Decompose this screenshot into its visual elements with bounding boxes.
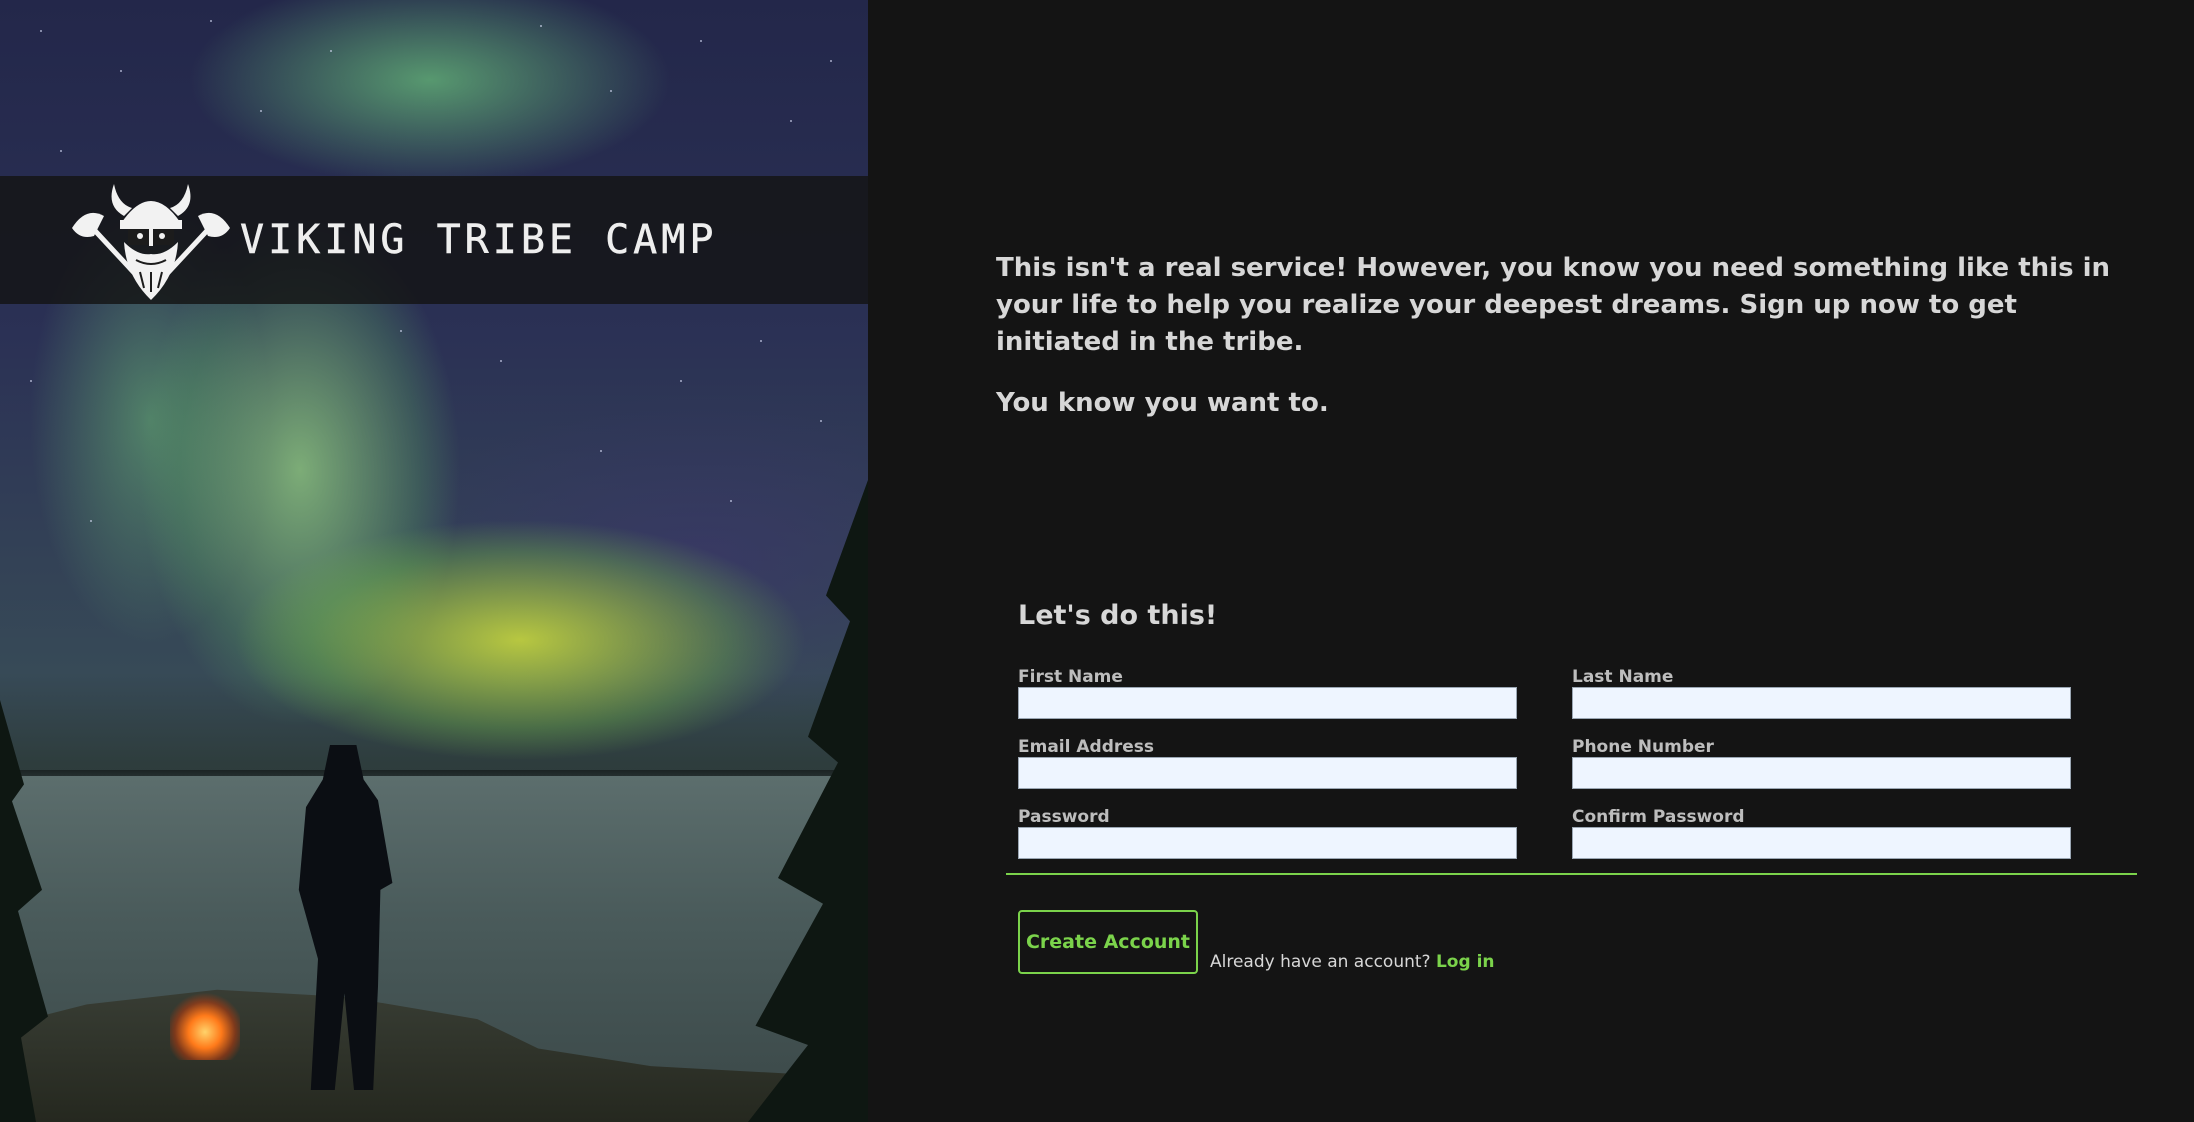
phone-label: Phone Number [1572,737,1714,757]
brand-name: Viking Tribe Camp [240,217,718,264]
first-name-input[interactable] [1018,687,1517,719]
campfire [170,990,240,1060]
create-account-button[interactable]: Create Account [1018,910,1198,974]
confirm-password-group: Confirm Password [1572,807,2071,859]
email-group: Email Address [1018,737,1517,789]
intro-section: This isn't a real service! However, you … [996,250,2146,422]
password-group: Password [1018,807,1517,859]
email-label: Email Address [1018,737,1155,757]
first-name-group: First Name [1018,667,1517,719]
password-label: Password [1018,807,1110,827]
intro-tagline: You know you want to. [996,388,1329,418]
login-link[interactable]: Log in [1436,952,1495,972]
form-title: Let's do this! [1018,600,1218,631]
signup-page: Viking Tribe Camp This isn't a real serv… [0,0,2194,1122]
signup-form: Let's do this! First Name Last Name Emai… [1018,600,2194,859]
email-input[interactable] [1018,757,1517,789]
confirm-password-label: Confirm Password [1572,807,1745,827]
last-name-group: Last Name [1572,667,2071,719]
last-name-input[interactable] [1572,687,2071,719]
phone-group: Phone Number [1572,737,2071,789]
form-divider [1006,873,2137,875]
form-fields: First Name Last Name Email Address Phone… [1018,667,2194,859]
login-prompt: Already have an account? Log in [1210,952,1495,972]
aurora-hero-image: Viking Tribe Camp [0,0,868,1122]
first-name-label: First Name [1018,667,1123,687]
phone-input[interactable] [1572,757,2071,789]
intro-paragraph: This isn't a real service! However, you … [996,253,2111,357]
viking-logo-icon [72,184,230,300]
last-name-label: Last Name [1572,667,1674,687]
form-actions: Create Account Already have an account? … [1018,910,1495,974]
confirm-password-input[interactable] [1572,827,2071,859]
password-input[interactable] [1018,827,1517,859]
login-prompt-text: Already have an account? [1210,952,1431,972]
brand-header: Viking Tribe Camp [0,176,868,304]
